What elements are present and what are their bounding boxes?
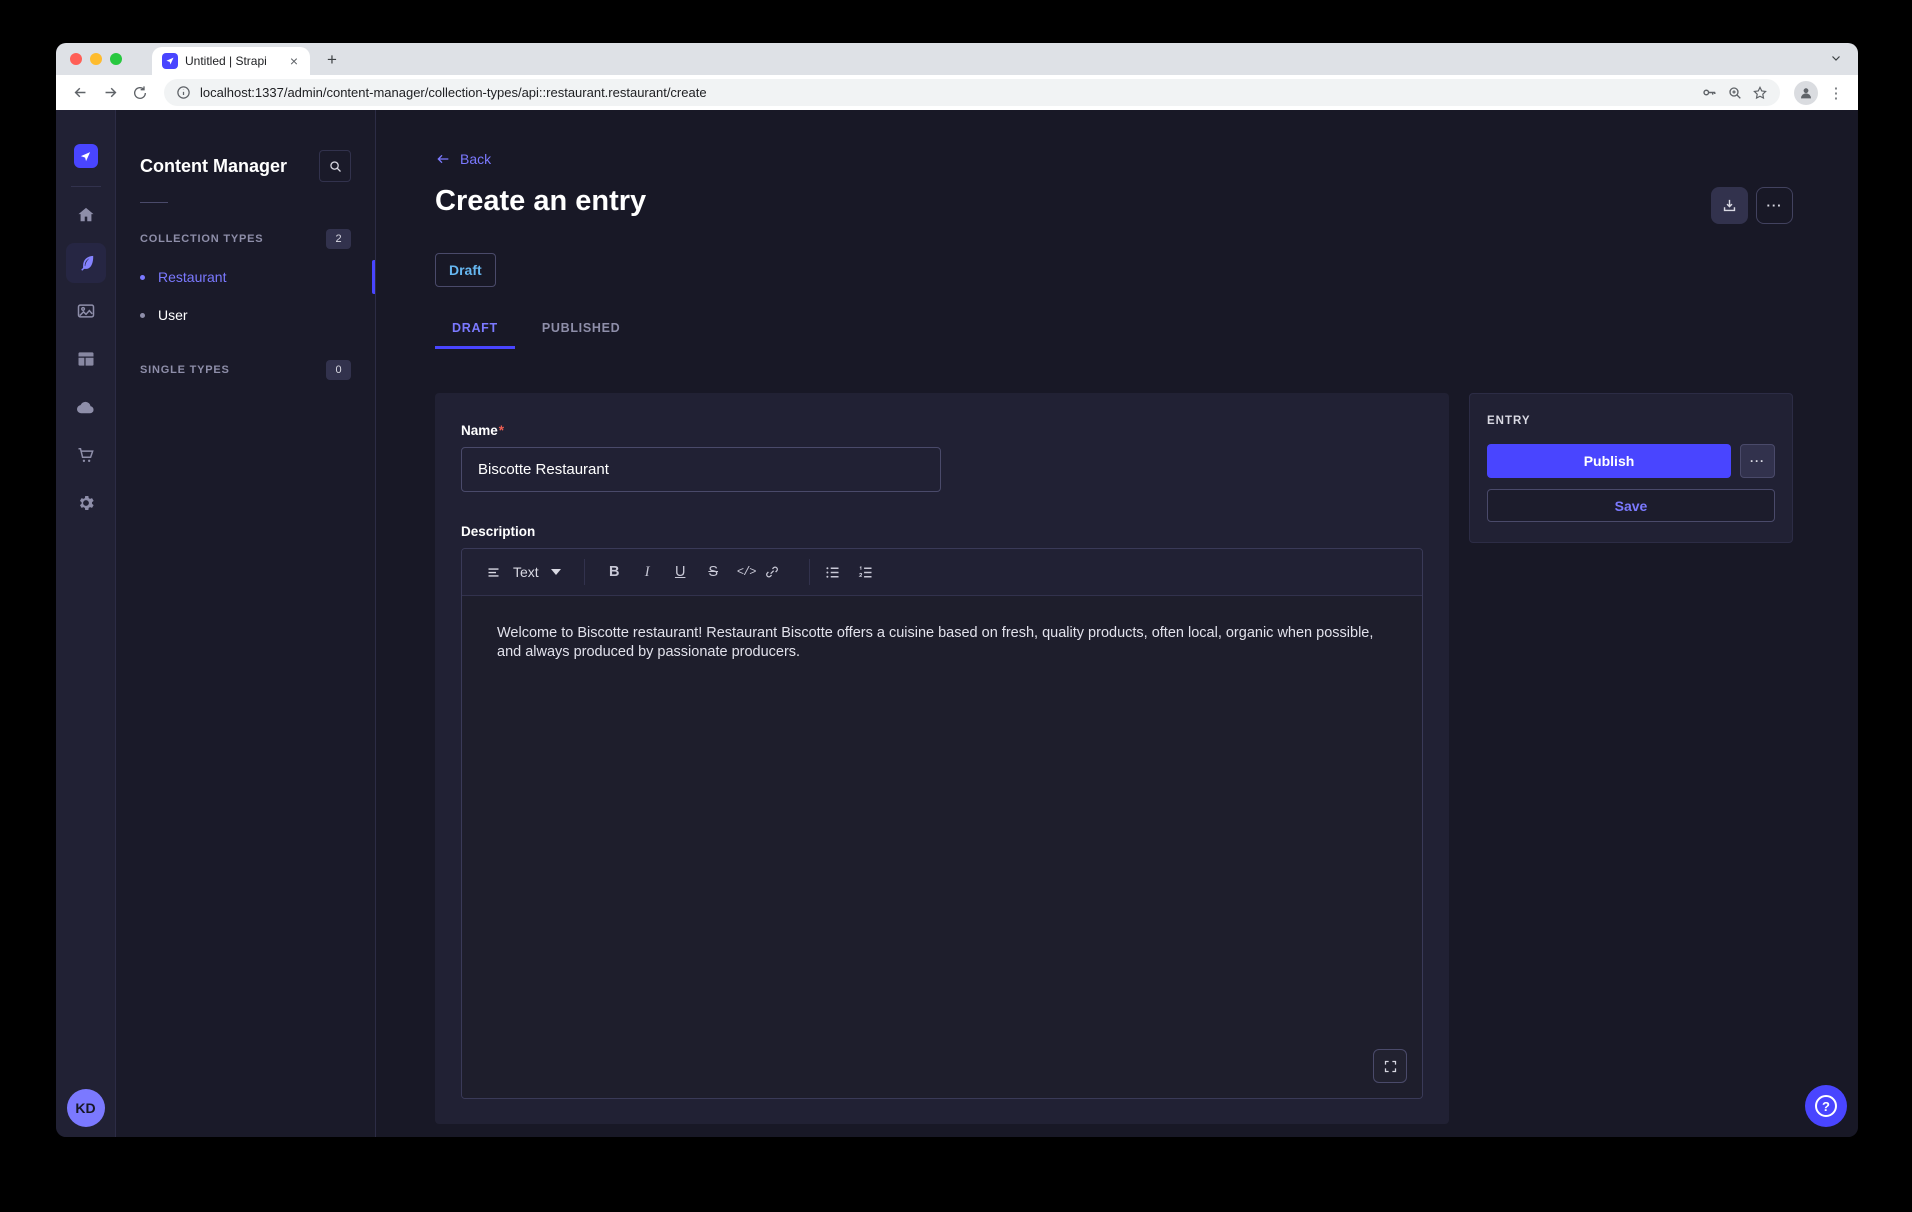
code-button[interactable]: </> <box>731 557 762 588</box>
window-controls <box>70 53 122 65</box>
entry-panel-title: ENTRY <box>1487 415 1775 427</box>
collection-types-count-badge: 2 <box>326 229 351 249</box>
browser-tab[interactable]: Untitled | Strapi × <box>152 47 310 75</box>
reload-icon[interactable] <box>126 79 154 107</box>
entry-more-button[interactable]: ··· <box>1740 444 1775 478</box>
sidebar-item-label: Restaurant <box>158 269 226 285</box>
export-download-button[interactable] <box>1711 187 1748 224</box>
tab-title: Untitled | Strapi <box>185 54 279 68</box>
bold-button[interactable]: B <box>599 557 630 588</box>
collection-types-label: COLLECTION TYPES <box>140 233 263 245</box>
single-types-section: SINGLE TYPES 0 <box>116 360 375 380</box>
text-style-dropdown[interactable]: Text <box>477 564 570 580</box>
save-button[interactable]: Save <box>1487 489 1775 522</box>
question-mark-icon: ? <box>1815 1095 1837 1117</box>
back-nav-icon[interactable] <box>66 79 94 107</box>
address-bar[interactable]: localhost:1337/admin/content-manager/col… <box>164 79 1780 106</box>
bullet-icon <box>140 313 145 318</box>
collection-types-section: COLLECTION TYPES 2 <box>116 229 375 249</box>
nav-content-type-builder-icon[interactable] <box>66 339 106 379</box>
editor-toolbar: Text B I U S </> <box>462 549 1422 596</box>
link-button[interactable] <box>764 557 795 588</box>
strapi-app: KD Content Manager COLLECTION TYPES 2 Re… <box>56 110 1858 1137</box>
expand-editor-button[interactable] <box>1373 1049 1407 1083</box>
nav-divider <box>71 186 101 187</box>
underline-button[interactable]: U <box>665 557 696 588</box>
toolbar-separator <box>809 559 810 585</box>
url-text[interactable]: localhost:1337/admin/content-manager/col… <box>200 85 1692 100</box>
nav-home-icon[interactable] <box>66 195 106 235</box>
tab-search-chevron-icon[interactable] <box>1830 52 1842 64</box>
bullet-icon <box>140 275 145 280</box>
chevron-down-icon <box>551 569 561 575</box>
nav-marketplace-icon[interactable] <box>66 435 106 475</box>
password-key-icon[interactable] <box>1701 84 1718 101</box>
status-badge: Draft <box>435 253 496 287</box>
zoom-page-icon[interactable] <box>1727 85 1743 101</box>
page-title: Create an entry <box>435 185 646 217</box>
strikethrough-button[interactable]: S <box>698 557 729 588</box>
close-tab-icon[interactable]: × <box>286 53 302 69</box>
nav-deploy-cloud-icon[interactable] <box>66 387 106 427</box>
search-button[interactable] <box>319 150 351 182</box>
header-more-button[interactable]: ··· <box>1756 187 1793 224</box>
user-avatar[interactable]: KD <box>67 1089 105 1127</box>
nav-content-manager-icon[interactable] <box>66 243 106 283</box>
entry-panel: ENTRY Publish ··· Save <box>1469 393 1793 543</box>
browser-menu-icon[interactable]: ⋮ <box>1824 81 1848 105</box>
nav-media-library-icon[interactable] <box>66 291 106 331</box>
help-button[interactable]: ? <box>1805 1085 1847 1127</box>
browser-toolbar: localhost:1337/admin/content-manager/col… <box>56 75 1858 110</box>
main-nav-rail: KD <box>56 110 116 1137</box>
close-window-button[interactable] <box>70 53 82 65</box>
bookmark-star-icon[interactable] <box>1752 85 1768 101</box>
description-text: Welcome to Biscotte restaurant! Restaura… <box>497 624 1387 662</box>
strapi-logo[interactable] <box>74 144 98 168</box>
bulleted-list-button[interactable] <box>824 557 855 588</box>
zoom-window-button[interactable] <box>110 53 122 65</box>
document-tabs: DRAFT PUBLISHED <box>435 308 1793 349</box>
entry-form-card: Name* Description Text <box>435 393 1449 1124</box>
content-manager-subnav: Content Manager COLLECTION TYPES 2 Resta… <box>116 110 376 1137</box>
tab-published[interactable]: PUBLISHED <box>525 308 638 349</box>
numbered-list-button[interactable] <box>857 557 888 588</box>
sidebar-item-user[interactable]: User <box>116 296 375 334</box>
publish-button[interactable]: Publish <box>1487 444 1731 478</box>
description-field-label: Description <box>461 524 1423 539</box>
single-types-count-badge: 0 <box>326 360 351 380</box>
toolbar-separator <box>584 559 585 585</box>
italic-button[interactable]: I <box>632 557 663 588</box>
subnav-title: Content Manager <box>140 156 287 177</box>
single-types-label: SINGLE TYPES <box>140 364 230 376</box>
editor-content-area[interactable]: Welcome to Biscotte restaurant! Restaura… <box>462 596 1422 1098</box>
main-content: Back Create an entry ··· Draft DRAFT PUB… <box>376 110 1858 1137</box>
browser-window: Untitled | Strapi × + localhost:1337/adm… <box>56 43 1858 1137</box>
required-mark: * <box>499 423 504 438</box>
site-info-icon[interactable] <box>176 85 191 100</box>
rich-text-editor: Text B I U S </> <box>461 548 1423 1099</box>
sidebar-item-restaurant[interactable]: Restaurant <box>116 258 375 296</box>
minimize-window-button[interactable] <box>90 53 102 65</box>
new-tab-button[interactable]: + <box>320 48 344 72</box>
tab-draft[interactable]: DRAFT <box>435 308 515 349</box>
subnav-divider <box>140 202 168 203</box>
browser-profile-avatar[interactable] <box>1794 81 1818 105</box>
forward-nav-icon[interactable] <box>96 79 124 107</box>
back-label: Back <box>460 151 491 167</box>
browser-tab-strip: Untitled | Strapi × + <box>56 43 1858 75</box>
nav-settings-icon[interactable] <box>66 483 106 523</box>
name-field-label: Name* <box>461 423 1423 438</box>
back-link[interactable]: Back <box>435 151 491 167</box>
name-input[interactable] <box>461 447 941 492</box>
text-style-value: Text <box>513 564 539 580</box>
strapi-favicon <box>162 53 178 69</box>
sidebar-item-label: User <box>158 307 188 323</box>
